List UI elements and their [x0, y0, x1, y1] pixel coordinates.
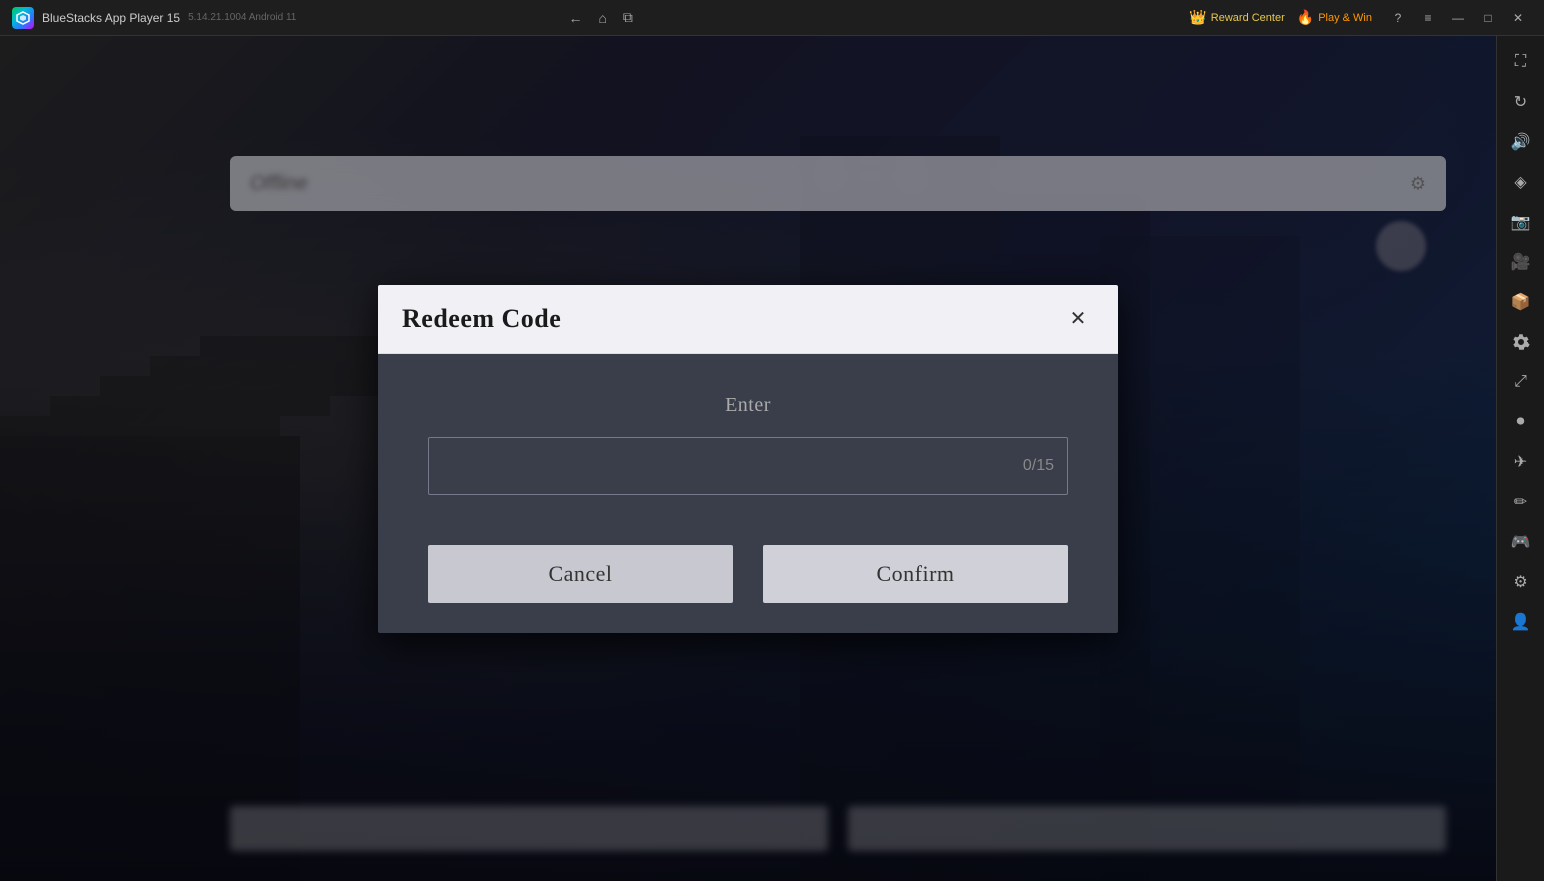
settings-small-icon[interactable]	[1503, 324, 1539, 360]
rotate-icon[interactable]: ↻	[1503, 84, 1539, 120]
fire-icon: 🔥	[1297, 9, 1314, 26]
dialog-body: Enter 0/15 Cancel Confirm	[378, 354, 1118, 633]
right-sidebar: ⛶ ↻ 🔊 ◈ 📷 🎥 📦 ⤢ ⏺ ✈ ✏ 🎮 ⚙ 👤	[1496, 36, 1544, 881]
enter-label: Enter	[428, 394, 1068, 417]
play-win-label: Play & Win	[1318, 12, 1372, 24]
app-name: BlueStacks App Player 15	[42, 11, 180, 25]
dialog-overlay: Redeem Code ✕ Enter 0/15 Cancel Confirm	[0, 36, 1496, 881]
resize-icon[interactable]: ⤢	[1503, 364, 1539, 400]
input-wrapper: 0/15	[428, 437, 1068, 495]
screenshot-sidebar-icon[interactable]: 📷	[1503, 204, 1539, 240]
title-bar: BlueStacks App Player 15 5.14.21.1004 An…	[0, 0, 1544, 36]
dialog-close-button[interactable]: ✕	[1062, 303, 1094, 335]
profile-icon[interactable]: 👤	[1503, 604, 1539, 640]
maximize-button[interactable]: □	[1474, 4, 1502, 32]
dialog-title: Redeem Code	[402, 304, 561, 334]
bs-logo-inner	[12, 7, 34, 29]
bluestacks-logo	[12, 7, 34, 29]
volume-icon[interactable]: 🔊	[1503, 124, 1539, 160]
help-button[interactable]: ?	[1384, 4, 1412, 32]
close-button[interactable]: ✕	[1504, 4, 1532, 32]
window-controls: ? ≡ — □ ✕	[1384, 4, 1532, 32]
home-button[interactable]: ⌂	[598, 10, 606, 26]
title-bar-left: BlueStacks App Player 15 5.14.21.1004 An…	[0, 7, 556, 29]
app-version: 5.14.21.1004 Android 11	[188, 12, 296, 23]
menu-button[interactable]: ≡	[1414, 4, 1442, 32]
crown-icon: 👑	[1189, 9, 1206, 26]
confirm-button[interactable]: Confirm	[763, 545, 1068, 603]
brush-icon[interactable]: ✏	[1503, 484, 1539, 520]
dialog-header: Redeem Code ✕	[378, 285, 1118, 354]
flight-icon[interactable]: ✈	[1503, 444, 1539, 480]
redeem-code-input[interactable]	[428, 437, 1068, 495]
nav-controls: ← ⌂ ⧉	[556, 9, 644, 26]
play-win-button[interactable]: 🔥 Play & Win	[1297, 9, 1372, 26]
macro-icon[interactable]: ⏺	[1503, 404, 1539, 440]
shake-icon[interactable]: ◈	[1503, 164, 1539, 200]
fullscreen-icon[interactable]: ⛶	[1503, 44, 1539, 80]
apk-icon[interactable]: 📦	[1503, 284, 1539, 320]
title-bar-right: 👑 Reward Center 🔥 Play & Win ? ≡ — □ ✕	[1177, 4, 1544, 32]
controls-icon[interactable]: 🎮	[1503, 524, 1539, 560]
reward-label: Reward Center	[1211, 12, 1285, 24]
redeem-code-dialog: Redeem Code ✕ Enter 0/15 Cancel Confirm	[378, 285, 1118, 633]
main-content: Offline ⚙ Redeem Code ✕ Enter 0/15	[0, 36, 1496, 881]
settings-icon[interactable]: ⚙	[1503, 564, 1539, 600]
screenshot-button[interactable]: ⧉	[623, 9, 633, 26]
reward-center-button[interactable]: 👑 Reward Center	[1189, 9, 1284, 26]
camera-icon[interactable]: 🎥	[1503, 244, 1539, 280]
dialog-buttons: Cancel Confirm	[428, 545, 1068, 603]
minimize-button[interactable]: —	[1444, 4, 1472, 32]
cancel-button[interactable]: Cancel	[428, 545, 733, 603]
back-button[interactable]: ←	[568, 10, 582, 26]
